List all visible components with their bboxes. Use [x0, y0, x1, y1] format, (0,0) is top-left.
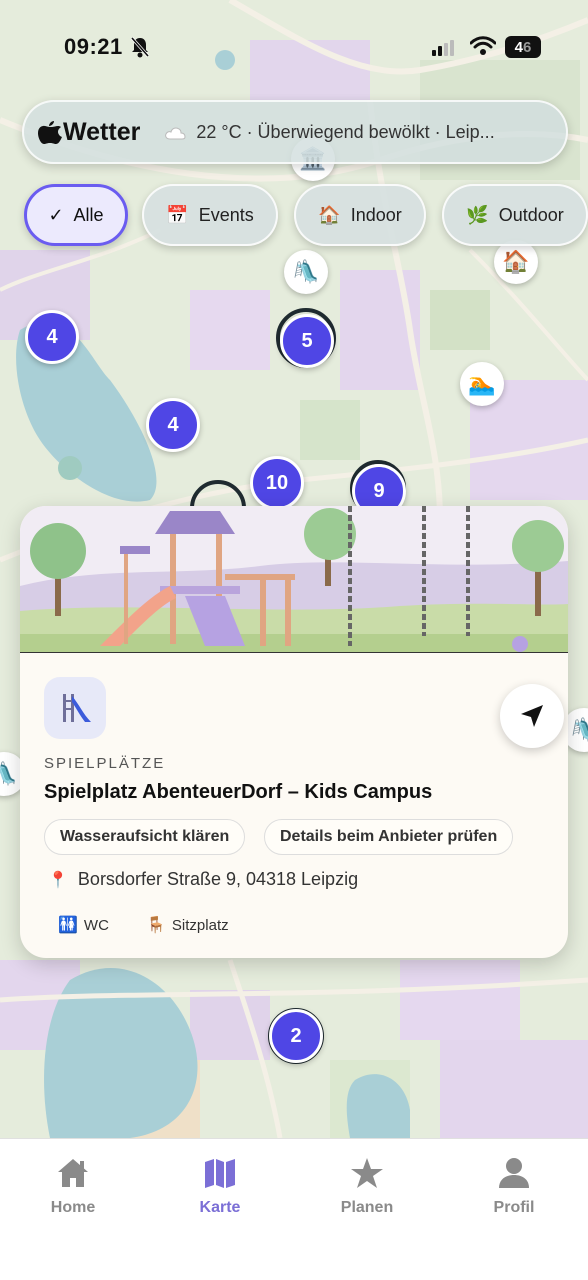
filter-chip-label: Outdoor	[498, 204, 564, 225]
battery-level: 4	[514, 38, 523, 56]
address-row: 📍 Borsdorfer Straße 9, 04318 Leipzig	[48, 869, 358, 890]
tab-home[interactable]: Home	[13, 1157, 133, 1217]
map-cluster-marker[interactable]: 5	[280, 314, 334, 368]
restroom-icon: 🚻	[58, 917, 78, 934]
filter-chip-label: Events	[198, 204, 254, 225]
battery-indicator: 46	[505, 36, 541, 58]
tab-label: Profil	[493, 1199, 535, 1216]
tab-planen[interactable]: Planen	[307, 1157, 427, 1217]
swimmer-icon[interactable]: 🏊	[460, 362, 504, 406]
map-cluster-marker[interactable]: 10	[250, 456, 304, 510]
house-icon[interactable]: 🏠	[494, 240, 538, 284]
filter-chip-indoor[interactable]: 🏠 Indoor	[294, 184, 426, 246]
amenity-label: Sitzplatz	[171, 916, 229, 934]
wifi-icon	[470, 36, 496, 55]
tab-karte[interactable]: Karte	[160, 1157, 280, 1217]
weather-brand: Wetter	[38, 118, 140, 147]
tab-profil[interactable]: Profil	[454, 1157, 574, 1217]
tab-label: Planen	[340, 1199, 394, 1216]
person-icon	[499, 1158, 529, 1188]
cloud-icon	[165, 127, 186, 140]
cellular-signal-icon	[432, 40, 454, 56]
chair-icon: 🪑	[146, 917, 166, 934]
weather-summary-row: 22 °C · Überwiegend bewölkt · Leip...	[164, 121, 495, 143]
info-tag[interactable]: Details beim Anbieter prüfen	[264, 819, 514, 855]
place-detail-card[interactable]: SPIELPLÄTZE Spielplatz AbenteuerDorf – K…	[20, 506, 568, 958]
home-icon	[58, 1159, 88, 1187]
amenity-wc: 🚻 WC	[58, 915, 109, 935]
navigate-button[interactable]	[500, 684, 564, 748]
location-pin-icon: 📍	[48, 871, 68, 889]
info-tag[interactable]: Wasseraufsicht klären	[44, 819, 246, 855]
tab-label: Home	[50, 1199, 96, 1216]
filter-chip-alle[interactable]: ✓ Alle	[24, 184, 128, 246]
filter-chip-label: Alle	[73, 204, 104, 225]
filter-chip-outdoor[interactable]: 🌿 Outdoor	[442, 184, 588, 246]
amenity-seating: 🪑 Sitzplatz	[146, 915, 229, 935]
apple-logo-icon	[38, 121, 62, 144]
tab-label: Karte	[199, 1199, 241, 1216]
amenity-label: WC	[83, 916, 109, 934]
bell-slash-icon	[130, 37, 150, 58]
calendar-icon: 📅	[166, 204, 189, 225]
category-label: SPIELPLÄTZE	[44, 755, 166, 772]
weather-brand-label: Wetter	[63, 117, 141, 146]
map-cluster-marker[interactable]: 4	[25, 310, 79, 364]
location-arrow-icon	[521, 705, 543, 727]
weather-summary: 22 °C · Überwiegend bewölkt · Leip...	[196, 121, 495, 142]
star-icon	[351, 1158, 383, 1188]
status-bar: 09:21 46	[0, 0, 588, 94]
map-cluster-marker[interactable]: 2	[269, 1009, 323, 1063]
status-time: 09:21	[64, 34, 123, 59]
filter-chip-row: ✓ Alle 📅 Events 🏠 Indoor 🌿 Outdoor	[22, 184, 588, 246]
map-cluster-marker[interactable]: 4	[146, 398, 200, 452]
bottom-tab-bar: Home Karte Planen Profil	[0, 1138, 588, 1280]
address-text: Borsdorfer Straße 9, 04318 Leipzig	[77, 869, 359, 889]
place-title: Spielplatz AbenteuerDorf – Kids Campus	[44, 781, 433, 803]
slide-icon[interactable]: 🛝	[284, 250, 328, 294]
weather-widget[interactable]: Wetter 22 °C · Überwiegend bewölkt · Lei…	[22, 100, 568, 164]
playground-illustration	[20, 506, 568, 652]
house-icon: 🏠	[318, 204, 341, 225]
leaf-icon: 🌿	[466, 204, 489, 225]
map-icon	[205, 1159, 235, 1188]
filter-chip-events[interactable]: 📅 Events	[142, 184, 278, 246]
card-body: SPIELPLÄTZE Spielplatz AbenteuerDorf – K…	[20, 652, 568, 958]
slide-icon	[63, 694, 91, 722]
category-icon-badge	[44, 677, 106, 739]
filter-chip-label: Indoor	[350, 204, 402, 225]
checkmark-icon: ✓	[48, 204, 64, 225]
battery-level-dim: 6	[523, 38, 532, 56]
